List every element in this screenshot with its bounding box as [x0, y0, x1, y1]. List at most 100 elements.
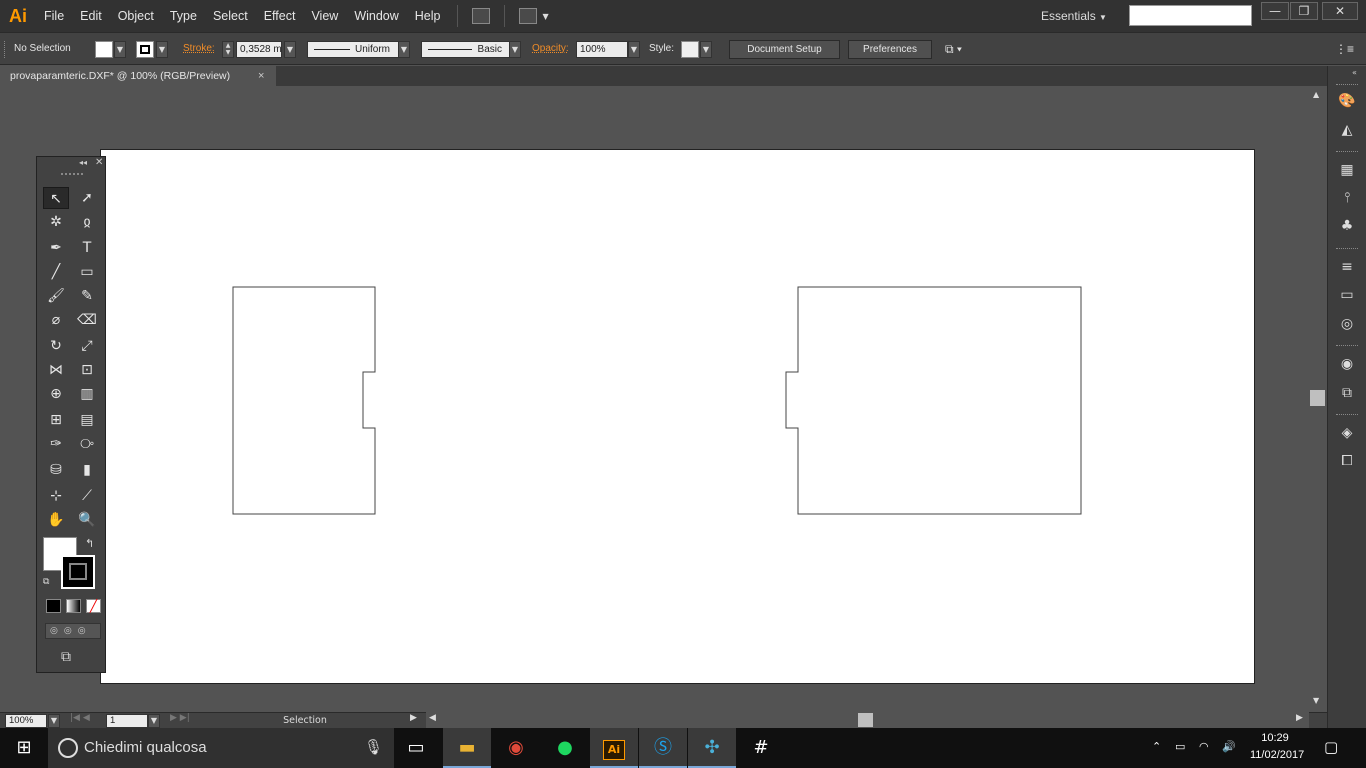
vertical-scroll-thumb[interactable]: [1310, 390, 1325, 406]
right-shape[interactable]: [785, 286, 1082, 515]
scroll-down-icon[interactable]: ▼: [1313, 696, 1319, 705]
menu-effect[interactable]: Effect: [256, 0, 304, 32]
swatches-icon[interactable]: ▦: [1338, 162, 1356, 178]
slack-icon[interactable]: #: [737, 728, 785, 768]
stroke-swatch[interactable]: [136, 41, 154, 58]
type-tool-icon[interactable]: T: [74, 237, 100, 259]
gradient-mode-icon[interactable]: [66, 599, 81, 613]
pen-tool-icon[interactable]: ✒: [43, 237, 69, 259]
scroll-left-icon[interactable]: ◀: [429, 713, 436, 723]
battery-icon[interactable]: ▭: [1175, 740, 1185, 753]
skype-icon[interactable]: Ⓢ: [639, 728, 687, 768]
menu-file[interactable]: File: [36, 0, 72, 32]
chevron-down-icon[interactable]: ▼: [700, 41, 712, 58]
task-view-icon[interactable]: ▭: [392, 728, 440, 768]
opacity-label[interactable]: Opacity:: [532, 33, 569, 65]
dock-grip[interactable]: [1336, 151, 1358, 154]
stroke-color-box[interactable]: [61, 555, 95, 589]
opacity-field[interactable]: 100%: [576, 41, 628, 58]
chrome-icon[interactable]: ◉: [492, 728, 540, 768]
spotify-icon[interactable]: ●: [541, 728, 589, 768]
fill-swatch[interactable]: [95, 41, 113, 58]
artboard-tool-icon[interactable]: ⊹: [43, 485, 69, 507]
eraser-tool-icon[interactable]: ⌫: [74, 309, 100, 331]
show-hidden-icons-icon[interactable]: ⌃: [1152, 740, 1161, 753]
brush-select[interactable]: Basic: [421, 41, 511, 58]
horizontal-scroll-thumb[interactable]: [858, 713, 873, 727]
column-graph-tool-icon[interactable]: ▮: [74, 459, 100, 481]
symbols-icon[interactable]: ♣: [1338, 218, 1356, 234]
gradient-icon[interactable]: ▭: [1338, 287, 1356, 303]
blob-brush-tool-icon[interactable]: ⌀: [43, 309, 69, 331]
swap-colors-icon[interactable]: ↰: [85, 537, 94, 550]
menu-window[interactable]: Window: [346, 0, 406, 32]
slice-tool-icon[interactable]: ⟋: [74, 485, 100, 507]
eyedropper-tool-icon[interactable]: ✑: [43, 433, 69, 455]
zoom-field[interactable]: 100%: [5, 714, 47, 728]
chevron-down-icon[interactable]: ▼: [628, 41, 640, 58]
illustrator-icon[interactable]: Ai: [590, 728, 638, 768]
status-menu-icon[interactable]: ▶: [410, 713, 417, 723]
close-icon[interactable]: ×: [258, 66, 264, 86]
expand-panels-icon[interactable]: «: [1352, 68, 1357, 77]
dock-grip[interactable]: [1336, 345, 1358, 348]
stroke-stepper[interactable]: ▲ ▼: [222, 41, 234, 58]
brushes-icon[interactable]: ⫯: [1338, 190, 1356, 206]
artboards-icon[interactable]: ⧠: [1338, 453, 1356, 469]
style-swatch[interactable]: [681, 41, 699, 58]
artboard-number-field[interactable]: 1: [106, 714, 148, 728]
zoom-tool-icon[interactable]: 🔍: [74, 509, 100, 531]
menu-help[interactable]: Help: [407, 0, 449, 32]
screen-mode-icon[interactable]: ⧉: [61, 649, 71, 665]
bridge-icon[interactable]: [471, 8, 490, 24]
volume-icon[interactable]: 🔊: [1222, 740, 1236, 753]
chevron-down-icon[interactable]: ▼: [398, 41, 410, 58]
scroll-right-icon[interactable]: ▶: [1296, 713, 1303, 723]
color-mode-icon[interactable]: [46, 599, 61, 613]
hand-tool-icon[interactable]: ✋: [43, 509, 69, 531]
dock-grip[interactable]: [1336, 414, 1358, 417]
dock-grip[interactable]: [1336, 84, 1358, 87]
blend-tool-icon[interactable]: ⧂: [74, 433, 100, 455]
scale-tool-icon[interactable]: ⤢: [74, 335, 100, 357]
shape-builder-tool-icon[interactable]: ⊕: [43, 383, 69, 405]
chevron-down-icon[interactable]: ▼: [114, 41, 126, 58]
left-shape[interactable]: [232, 286, 376, 515]
dock-grip[interactable]: [1336, 248, 1358, 251]
symbol-sprayer-tool-icon[interactable]: ⛁: [43, 459, 69, 481]
artboard[interactable]: [100, 149, 1255, 684]
workspace-switcher[interactable]: Essentials ▼: [1041, 0, 1107, 32]
document-tab[interactable]: provaparamteric.DXF* @ 100% (RGB/Preview…: [0, 66, 276, 86]
mesh-tool-icon[interactable]: ⊞: [43, 409, 69, 431]
paintbrush-tool-icon[interactable]: 🖌: [43, 285, 69, 307]
windows-start-icon[interactable]: ⊞: [0, 728, 48, 768]
none-mode-icon[interactable]: ╱: [86, 599, 101, 613]
chevron-down-icon[interactable]: ▼: [148, 714, 160, 728]
layers-icon[interactable]: ◈: [1338, 425, 1356, 441]
menu-view[interactable]: View: [303, 0, 346, 32]
minimize-button[interactable]: —: [1261, 2, 1289, 20]
color-icon[interactable]: 🎨: [1338, 93, 1356, 109]
width-tool-icon[interactable]: ⋈: [43, 359, 69, 381]
graphic-styles-icon[interactable]: ⧉: [1338, 385, 1356, 401]
scroll-up-icon[interactable]: ▲: [1313, 90, 1319, 99]
color-guide-icon[interactable]: ◭: [1338, 122, 1356, 138]
panel-menu-icon[interactable]: ⋮≡: [1335, 33, 1354, 65]
appearance-icon[interactable]: ◉: [1338, 356, 1356, 372]
menu-object[interactable]: Object: [110, 0, 162, 32]
menu-type[interactable]: Type: [162, 0, 205, 32]
gradient-tool-icon[interactable]: ▤: [74, 409, 100, 431]
menu-edit[interactable]: Edit: [72, 0, 110, 32]
lasso-tool-icon[interactable]: ჲ: [74, 211, 100, 233]
grip-handle[interactable]: [4, 41, 8, 58]
pencil-tool-icon[interactable]: ✎: [74, 285, 100, 307]
chevron-down-icon[interactable]: ▼: [543, 12, 549, 21]
cortana-search[interactable]: Chiedimi qualcosa 🎙: [48, 728, 394, 768]
rotate-tool-icon[interactable]: ↻: [43, 335, 69, 357]
rectangle-tool-icon[interactable]: ▭: [74, 261, 100, 283]
drawing-modes-icon[interactable]: ◎◎◎: [45, 623, 101, 639]
arrange-documents-icon[interactable]: [518, 8, 537, 24]
first-artboard-icon[interactable]: |◀ ◀: [70, 713, 90, 723]
transparency-icon[interactable]: ◎: [1338, 316, 1356, 332]
free-transform-tool-icon[interactable]: ⊡: [74, 359, 100, 381]
